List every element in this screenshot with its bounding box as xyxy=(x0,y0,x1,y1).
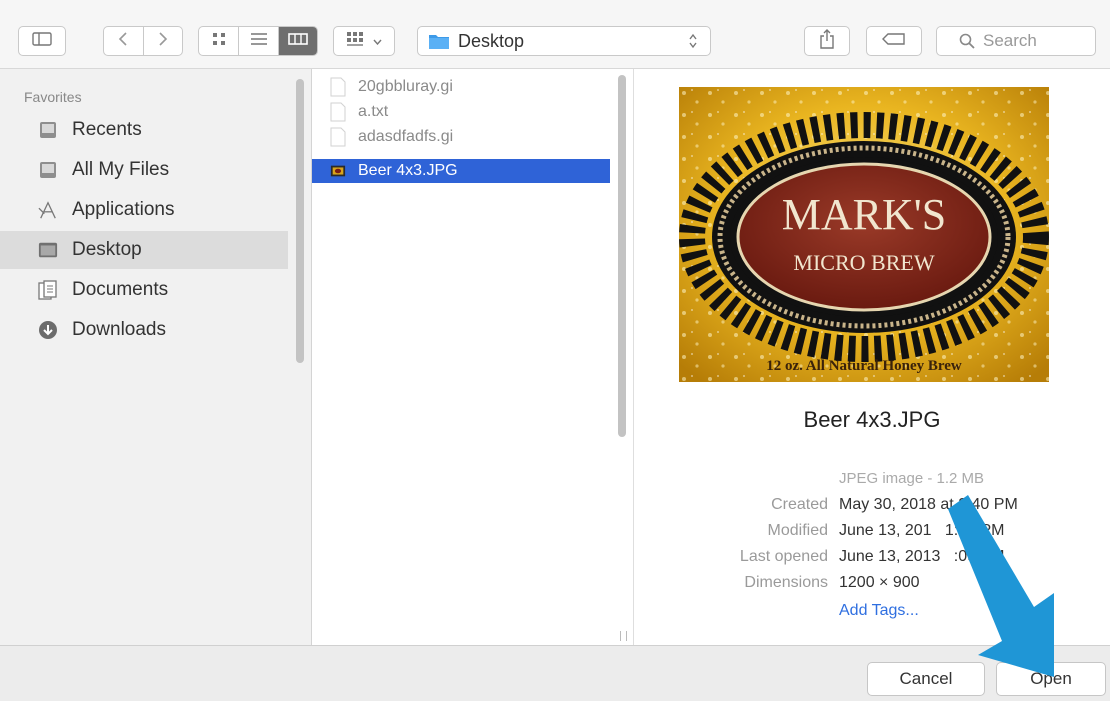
sidebar-item-label: Desktop xyxy=(72,239,142,260)
share-icon xyxy=(819,28,835,54)
document-icon xyxy=(330,102,346,122)
sidebar-item-label: Recents xyxy=(72,119,142,140)
bottom-bar: Cancel Open xyxy=(0,645,1110,701)
meta-value: May 30, 2018 at 3:40 PM xyxy=(839,496,1018,513)
toolbar: Desktop Search xyxy=(0,0,1110,69)
share-button[interactable] xyxy=(804,26,850,56)
folder-icon xyxy=(428,32,450,50)
sidebar-item-documents[interactable]: Documents xyxy=(0,271,288,309)
documents-icon xyxy=(38,280,58,300)
desktop-icon xyxy=(38,241,58,259)
sidebar-item-label: All My Files xyxy=(72,159,170,180)
applications-icon xyxy=(38,201,58,219)
recents-icon xyxy=(38,121,58,139)
cancel-button[interactable]: Cancel xyxy=(867,662,985,696)
meta-created: Created May 30, 2018 at 3:40 PM xyxy=(634,496,1110,522)
back-forward-group xyxy=(103,26,183,56)
sidebar-item-label: Applications xyxy=(72,199,175,220)
sidebar-item-applications[interactable]: Applications xyxy=(0,191,288,229)
chevron-down-icon xyxy=(373,32,382,50)
add-tags-link[interactable]: Add Tags... xyxy=(839,602,919,620)
arrange-menu-button[interactable] xyxy=(333,26,395,56)
arrange-icon xyxy=(346,31,368,52)
meta-modified: Modified June 13, 201 1:09 PM xyxy=(634,522,1110,548)
meta-dimensions: Dimensions 1200 × 900 xyxy=(634,574,1110,600)
label-brand-line1: MARK'S xyxy=(782,190,946,239)
meta-value: 1200 × 900 xyxy=(839,574,920,591)
column-resize-handle[interactable] xyxy=(620,631,627,641)
meta-key: Created xyxy=(771,496,828,513)
file-row[interactable]: a.txt xyxy=(312,100,610,124)
file-column: 20gbbluray.gi a.txt adasdfadfs.gi Beer 4… xyxy=(312,69,634,645)
preview-image: MARK'S MICRO BREW 12 oz. All Natural Hon… xyxy=(679,87,1049,382)
sidebar-item-downloads[interactable]: Downloads xyxy=(0,311,288,349)
file-name: a.txt xyxy=(358,103,389,120)
file-row-selected[interactable]: Beer 4x3.JPG xyxy=(312,159,610,183)
sidebar-toggle-button[interactable] xyxy=(18,26,66,56)
icon-view-button[interactable] xyxy=(199,27,238,55)
tag-button[interactable] xyxy=(866,26,922,56)
columns-icon xyxy=(288,32,308,51)
meta-value: June 13, 201 1:09 PM xyxy=(839,522,1005,539)
sidebar-scrollbar[interactable] xyxy=(296,79,304,363)
icon-grid-icon xyxy=(212,32,226,51)
file-name: adasdfadfs.gi xyxy=(358,128,454,145)
list-icon xyxy=(250,32,268,51)
all-files-icon xyxy=(38,161,58,179)
file-row[interactable]: adasdfadfs.gi xyxy=(312,125,610,149)
label-tagline: 12 oz. All Natural Honey Brew xyxy=(766,358,962,374)
view-mode-group xyxy=(198,26,318,56)
search-icon xyxy=(959,33,975,49)
column-view-button[interactable] xyxy=(277,27,317,55)
list-view-button[interactable] xyxy=(238,27,277,55)
image-file-icon xyxy=(330,161,346,181)
file-column-scrollbar[interactable] xyxy=(618,75,626,437)
file-name: 20gbbluray.gi xyxy=(358,78,453,95)
sidebar-item-recents[interactable]: Recents xyxy=(0,111,288,149)
label-brand-line2: MICRO BREW xyxy=(793,250,934,275)
search-placeholder: Search xyxy=(983,31,1037,50)
meta-last-opened: Last opened June 13, 2013 :09 PM xyxy=(634,548,1110,574)
document-icon xyxy=(330,127,346,147)
search-field[interactable]: Search xyxy=(936,26,1096,56)
chevron-right-icon xyxy=(158,31,168,52)
open-button[interactable]: Open xyxy=(996,662,1106,696)
meta-key: Last opened xyxy=(739,548,828,565)
sidebar-toggle-icon xyxy=(32,31,52,51)
up-down-chevron-icon xyxy=(688,33,698,54)
sidebar-item-label: Downloads xyxy=(72,319,166,340)
meta-key: Modified xyxy=(767,522,828,539)
sidebar: Favorites Recents All My Files Applicati… xyxy=(0,69,312,645)
document-icon xyxy=(330,77,346,97)
sidebar-item-label: Documents xyxy=(72,279,169,300)
location-label: Desktop xyxy=(458,30,525,51)
location-popup[interactable]: Desktop xyxy=(417,26,711,56)
sidebar-heading: Favorites xyxy=(24,89,82,105)
forward-button[interactable] xyxy=(142,27,182,55)
file-name: Beer 4x3.JPG xyxy=(358,162,458,179)
tag-icon xyxy=(882,32,906,50)
meta-key: Dimensions xyxy=(744,574,828,591)
downloads-icon xyxy=(38,321,58,339)
sidebar-item-desktop[interactable]: Desktop xyxy=(0,231,288,269)
chevron-left-icon xyxy=(118,31,128,52)
preview-filename: Beer 4x3.JPG xyxy=(803,407,941,432)
sidebar-item-all-my-files[interactable]: All My Files xyxy=(0,151,288,189)
meta-value: June 13, 2013 :09 PM xyxy=(839,548,1005,565)
back-button[interactable] xyxy=(104,27,143,55)
preview-pane: MARK'S MICRO BREW 12 oz. All Natural Hon… xyxy=(634,69,1110,645)
file-kind: JPEG image - 1.2 MB xyxy=(839,470,985,487)
file-row[interactable]: 20gbbluray.gi xyxy=(312,75,610,99)
